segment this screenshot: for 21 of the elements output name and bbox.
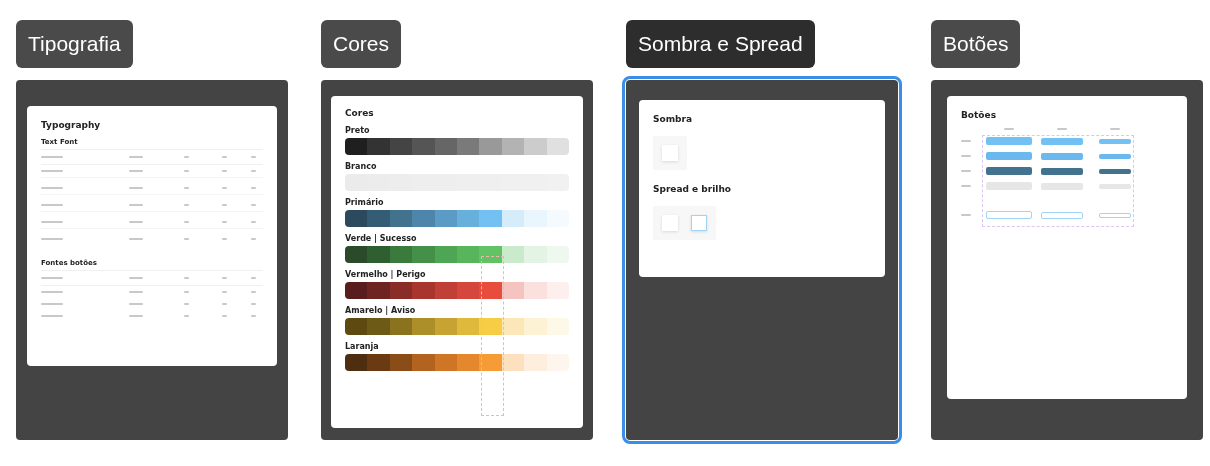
palette-name: Verde | Sucesso <box>345 234 418 243</box>
palette-name: Laranja <box>345 342 380 351</box>
card-title: Cores <box>345 108 375 118</box>
frame[interactable]: Botões <box>931 80 1203 440</box>
card-title: Botões <box>961 110 997 120</box>
shadow-sample <box>662 215 678 231</box>
frame-label[interactable]: Cores <box>321 20 402 68</box>
section-heading: Sombra <box>653 114 693 124</box>
shadow-sample <box>662 145 678 161</box>
palette-name: Preto <box>345 126 371 135</box>
frame[interactable]: Cores Preto Branco Primário Verde | Sucesso Vermelho | Perigo Amarelo | Aviso Laranja <box>321 80 593 440</box>
frame-label[interactable]: Tipografia <box>16 20 133 68</box>
shadow-sample <box>691 215 707 231</box>
frame-label[interactable]: Botões <box>931 20 1021 68</box>
palette-name: Vermelho | Perigo <box>345 270 427 279</box>
frame-label[interactable]: Sombra e Spread <box>626 20 815 68</box>
palette-name: Primário <box>345 198 385 207</box>
card-title: Typography <box>41 120 102 130</box>
palette-name: Amarelo | Aviso <box>345 306 417 315</box>
section-heading: Spread e brilho <box>653 184 732 194</box>
palette-name: Branco <box>345 162 378 171</box>
